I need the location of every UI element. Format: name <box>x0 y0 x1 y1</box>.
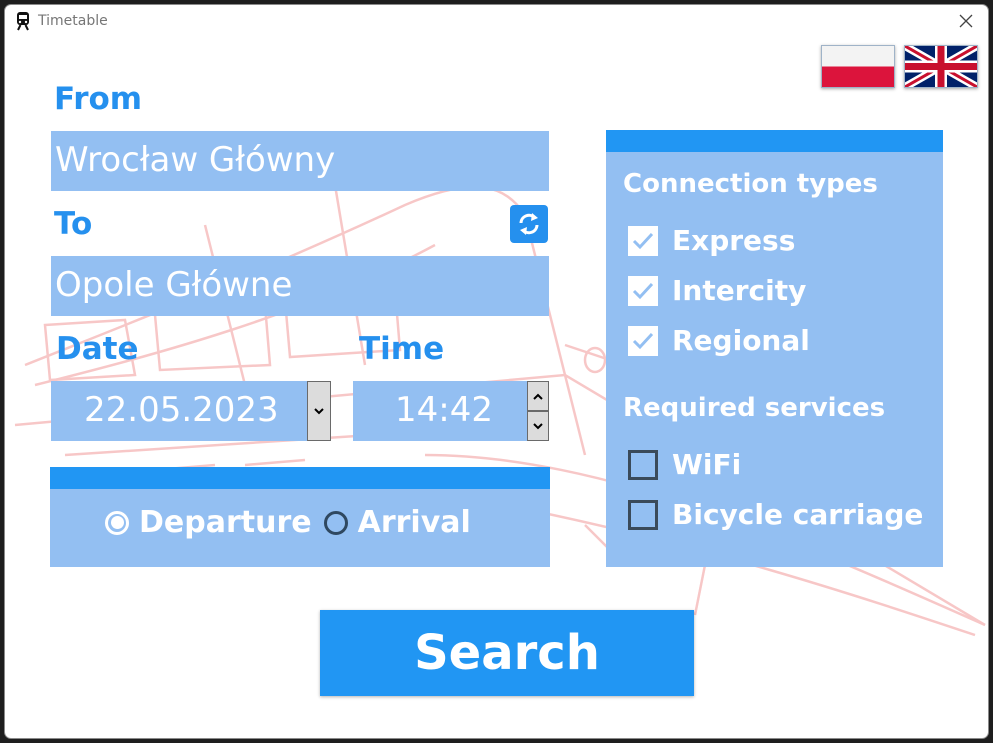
time-decrement-button[interactable] <box>527 411 549 441</box>
intercity-option: Intercity <box>628 274 806 307</box>
date-value: 22.05.2023 <box>84 390 279 430</box>
title-bar: Timetable <box>5 5 988 39</box>
arrival-radio[interactable] <box>323 510 348 535</box>
required-services-title: Required services <box>623 393 886 423</box>
mode-radio-group: Departure Arrival <box>105 505 471 540</box>
chevron-down-icon <box>314 407 324 414</box>
wifi-label: WiFi <box>672 448 742 481</box>
wifi-checkbox[interactable] <box>628 449 658 480</box>
window-title: Timetable <box>38 13 108 29</box>
train-icon <box>17 12 29 31</box>
checkmark-icon <box>632 282 654 299</box>
express-option: Express <box>628 224 795 257</box>
english-flag-button[interactable] <box>904 45 978 88</box>
checkmark-icon <box>632 232 654 249</box>
filters-panel-header <box>606 130 943 152</box>
time-label: Time <box>359 331 445 367</box>
to-value: Opole Główne <box>55 265 293 305</box>
chevron-up-icon <box>533 393 543 400</box>
time-input[interactable]: 14:42 <box>353 381 527 441</box>
intercity-checkbox[interactable] <box>628 275 658 306</box>
checkmark-icon <box>632 332 654 349</box>
mode-panel-header <box>50 467 550 489</box>
departure-label: Departure <box>139 505 312 540</box>
intercity-label: Intercity <box>672 274 807 307</box>
radio-selected-dot <box>110 516 124 529</box>
search-button[interactable]: Search <box>320 610 694 696</box>
time-value: 14:42 <box>395 390 493 430</box>
flag-uk-icon <box>905 46 977 87</box>
from-value: Wrocław Główny <box>55 140 336 180</box>
polish-flag-button[interactable] <box>821 45 895 88</box>
swap-stations-button[interactable] <box>510 205 548 243</box>
express-checkbox[interactable] <box>628 225 658 256</box>
date-label: Date <box>56 331 139 367</box>
close-button[interactable] <box>944 5 988 37</box>
date-dropdown-button[interactable] <box>307 381 331 441</box>
flag-pl-icon <box>822 46 894 87</box>
to-input[interactable]: Opole Główne <box>51 256 549 316</box>
arrival-label: Arrival <box>357 505 471 540</box>
from-label: From <box>54 81 143 117</box>
time-increment-button[interactable] <box>527 381 549 411</box>
to-label: To <box>54 206 93 242</box>
departure-radio[interactable] <box>105 510 129 535</box>
from-input[interactable]: Wrocław Główny <box>51 131 549 191</box>
timetable-window: Timetable From Wrocław Główny To Opole G… <box>4 4 989 739</box>
regional-label: Regional <box>672 324 810 357</box>
regional-option: Regional <box>628 324 810 357</box>
wifi-option: WiFi <box>628 448 741 481</box>
bicycle-carriage-checkbox[interactable] <box>628 499 658 530</box>
close-icon <box>959 14 973 28</box>
swap-icon <box>519 213 539 235</box>
chevron-down-icon <box>533 422 543 429</box>
connection-types-title: Connection types <box>623 169 878 199</box>
bicycle-carriage-label: Bicycle carriage <box>672 498 924 531</box>
date-picker[interactable]: 22.05.2023 <box>51 381 307 441</box>
express-label: Express <box>672 224 796 257</box>
bicycle-carriage-option: Bicycle carriage <box>628 498 923 531</box>
regional-checkbox[interactable] <box>628 325 658 356</box>
